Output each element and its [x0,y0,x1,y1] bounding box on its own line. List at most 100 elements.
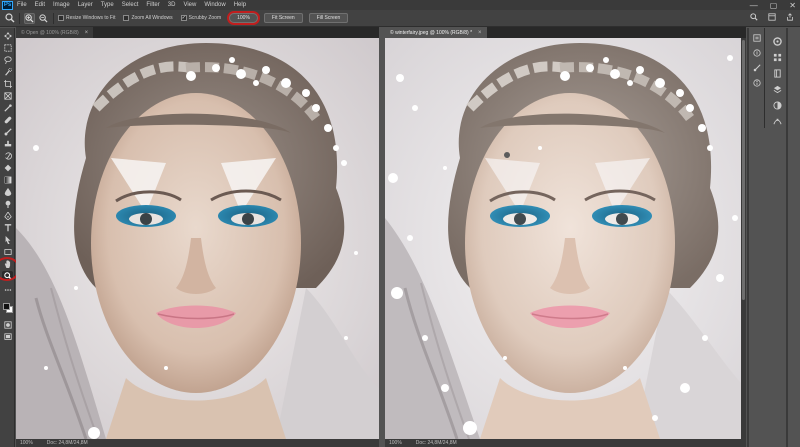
menu-3d[interactable]: 3D [168,2,176,8]
search-icon[interactable] [750,13,758,21]
document-tab-active[interactable]: © winterfairy.jpeg @ 100% (RGB/8) * × [385,27,487,38]
foreground-color-swatch[interactable] [3,303,10,310]
properties-panel-button[interactable] [752,48,762,58]
document-tab[interactable]: © Open @ 100% (RGB/8) × [16,27,94,38]
close-icon[interactable]: × [478,30,482,36]
quick-selection-tool[interactable] [2,67,13,76]
screen-mode-button[interactable] [2,332,13,341]
scrubby-zoom-checkbox[interactable]: ✓ Scrubby Zoom [180,15,221,21]
panel-divider[interactable] [786,28,788,447]
menu-select[interactable]: Select [122,2,139,8]
document-window-edited[interactable]: © winterfairy.jpeg @ 100% (RGB/8) * × 10… [385,27,746,447]
info-panel-button[interactable] [752,78,762,88]
dodge-tool[interactable] [2,199,13,208]
color-panel-button[interactable] [772,36,782,46]
document-window-original[interactable]: © Open @ 100% (RGB/8) × 100% Doc: 24,8M/… [16,27,379,447]
menu-edit[interactable]: Edit [35,2,45,8]
healing-brush-tool[interactable] [2,115,13,124]
options-bar: Resize Windows to Fit Zoom All Windows ✓… [0,10,800,27]
share-icon[interactable] [786,13,794,21]
type-icon [4,223,11,231]
swatches-panel-button[interactable] [772,52,782,62]
menu-type[interactable]: Type [101,2,114,8]
status-bar: 100% Doc: 24,8M/24,8M [385,439,746,447]
brush-settings-panel-button[interactable] [752,63,762,73]
info-icon [753,79,761,87]
zoom-out-icon [39,13,48,23]
status-doc-size: Doc: 24,8M/24,8M [415,440,457,446]
eyedropper-tool[interactable] [2,103,13,112]
options-right [750,13,794,21]
properties-icon [753,49,761,57]
fill-screen-button[interactable]: Fill Screen [308,13,349,23]
portrait-photo [385,38,746,439]
quick-mask-icon [3,320,12,329]
lasso-tool[interactable] [2,55,13,64]
frame-icon [3,91,12,100]
close-icon[interactable]: × [85,30,89,36]
minimize-icon[interactable]: — [750,1,758,10]
paths-icon [772,118,782,124]
brush-tool[interactable] [2,127,13,136]
history-brush-tool[interactable] [2,151,13,160]
pen-tool[interactable] [2,211,13,220]
scrollbar-thumb[interactable] [742,40,745,300]
edit-toolbar-button[interactable] [2,285,13,294]
fit-screen-button[interactable]: Fit Screen [263,13,303,23]
maximize-icon[interactable]: ▢ [770,1,778,10]
menu-window[interactable]: Window [204,2,225,8]
pen-icon [3,211,12,220]
menu-image[interactable]: Image [53,2,70,8]
status-zoom[interactable]: 100% [389,440,402,446]
resize-windows-checkbox[interactable]: Resize Windows to Fit [58,15,115,21]
menu-file[interactable]: File [17,2,27,8]
checkbox-box[interactable] [123,15,130,21]
menu-layer[interactable]: Layer [78,2,93,8]
channels-panel-button[interactable] [772,100,782,110]
quick-mask-button[interactable] [2,320,13,329]
resize-windows-label: Resize Windows to Fit [66,15,116,21]
zoom-out-button[interactable] [38,13,49,24]
path-selection-tool[interactable] [2,235,13,244]
menu-help[interactable]: Help [234,2,246,8]
frame-tool[interactable] [2,91,13,100]
status-zoom[interactable]: 100% [20,440,33,446]
history-icon [753,34,761,42]
crop-tool[interactable] [2,79,13,88]
menu-view[interactable]: View [183,2,196,8]
gradient-tool[interactable] [2,175,13,184]
zoom-tool-preset-button[interactable] [4,13,15,24]
book-icon [773,68,781,78]
workspace-icon[interactable] [768,13,776,21]
paths-panel-button[interactable] [772,116,782,126]
libraries-panel-button[interactable] [772,68,782,78]
history-panel-button[interactable] [752,33,762,43]
layers-panel-button[interactable] [772,84,782,94]
zoom-all-windows-checkbox[interactable]: Zoom All Windows [123,15,173,21]
rectangle-icon [3,248,12,255]
color-wheel-icon [772,36,782,46]
zoom-in-button[interactable] [24,12,35,24]
image-canvas[interactable] [385,38,746,439]
panel-divider[interactable] [747,28,749,447]
move-tool[interactable] [2,31,13,40]
image-canvas[interactable] [16,38,379,439]
eraser-tool[interactable] [2,163,13,172]
marquee-tool[interactable] [2,43,13,52]
rectangle-tool[interactable] [2,247,13,256]
screen-mode-icon [3,332,12,340]
close-icon[interactable]: ✕ [789,1,796,10]
type-tool[interactable] [2,223,13,232]
checkbox-box-checked[interactable]: ✓ [180,15,187,21]
status-doc-size: Doc: 24,8M/24,8M [46,440,88,446]
blur-tool[interactable] [2,187,13,196]
vertical-scrollbar[interactable] [741,38,746,439]
divider [19,12,20,24]
checkbox-box[interactable] [58,15,64,21]
clone-stamp-tool[interactable] [2,139,13,148]
window-controls: — ▢ ✕ [750,0,796,10]
menu-filter[interactable]: Filter [146,2,159,8]
quick-selection-icon [4,67,12,76]
zoom-100-button[interactable]: 100% [229,13,258,23]
status-bar: 100% Doc: 24,8M/24,8M [16,439,379,447]
